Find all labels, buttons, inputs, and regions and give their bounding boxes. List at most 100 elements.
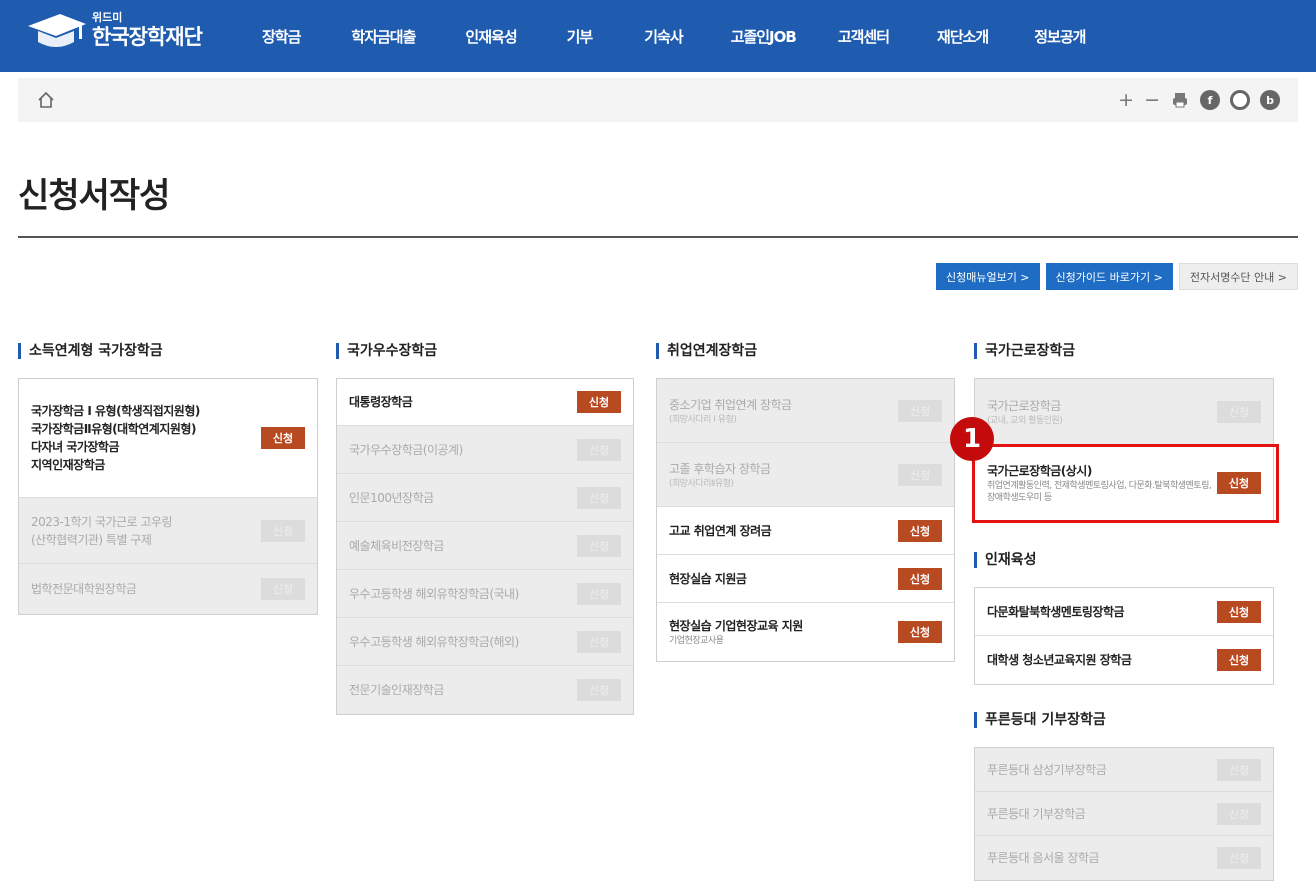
apply-button: 신청 xyxy=(577,486,621,509)
facebook-icon[interactable]: f xyxy=(1200,90,1220,110)
list-item[interactable]: 국가우수장학금(이공계) 신청 xyxy=(337,426,633,474)
list-item[interactable]: 대학생 청소년교육지원 장학금 신청 xyxy=(975,636,1273,684)
menu-scholarship[interactable]: 장학금 xyxy=(262,26,301,47)
item-label: 국가우수장학금(이공계) xyxy=(349,442,463,457)
graduation-cap-icon xyxy=(28,14,86,47)
e-signature-guide-button[interactable]: 전자서명수단 안내 > xyxy=(1178,263,1298,290)
item-sublabel: (교내, 교외 활동인원) xyxy=(987,415,1063,426)
apply-button[interactable]: 신청 xyxy=(577,391,621,413)
apply-button: 신청 xyxy=(577,630,621,653)
menu-about[interactable]: 재단소개 xyxy=(937,26,989,47)
blog-icon[interactable]: b xyxy=(1260,90,1280,110)
section-title: 취업연계장학금 xyxy=(656,343,955,359)
menu-talent[interactable]: 인재육성 xyxy=(465,26,517,47)
list-item[interactable]: 우수고등학생 해외유학장학금(국내) 신청 xyxy=(337,570,633,618)
item-label: 푸른등대 음서울 장학금 xyxy=(987,851,1100,865)
menu-disclosure[interactable]: 정보공개 xyxy=(1034,26,1086,47)
scholarship-list: 다문화탈북학생멘토링장학금 신청 대학생 청소년교육지원 장학금 신청 xyxy=(974,587,1274,685)
apply-button: 신청 xyxy=(1217,400,1261,423)
list-item[interactable]: 중소기업 취업연계 장학금 (희망사다리 I 유형) 신청 xyxy=(657,379,954,443)
item-sublabel: 취업연계활동인력, 전제학생멘토링사업, 다문화.탈북학생멘토링, 장애학생도우… xyxy=(987,480,1212,503)
list-item[interactable]: 전문기술인재장학금 신청 xyxy=(337,666,633,714)
item-label: (산학협력기관) 특별 구제 xyxy=(31,532,152,547)
guide-button[interactable]: 신청가이드 바로가기 > xyxy=(1045,263,1173,290)
section-title: 국가우수장학금 xyxy=(336,343,634,359)
list-item[interactable]: 푸른등대 삼성기부장학금 신청 xyxy=(975,748,1273,792)
list-item[interactable]: 법학전문대학원장학금 신청 xyxy=(19,564,317,614)
item-sublabel: (희망사다리 I 유형) xyxy=(669,414,737,425)
item-label: 현장실습 지원금 xyxy=(669,571,747,586)
kakao-icon[interactable] xyxy=(1230,90,1250,110)
list-item[interactable]: 고졸 후학습자 장학금 (희망사다리Ⅱ유형) 신청 xyxy=(657,443,954,507)
item-label: 현장실습 기업현장교육 지원 xyxy=(669,619,803,633)
apply-button[interactable]: 신청 xyxy=(898,519,942,542)
list-item[interactable]: 국가장학금 I 유형(학생직접지원형) 국가장학금Ⅱ유형(대학연계지원형) 다자… xyxy=(19,379,317,498)
menu-job[interactable]: 고졸인JOB xyxy=(731,26,797,47)
item-label: 2023-1학기 국가근로 고우링 xyxy=(31,514,173,529)
apply-button: 신청 xyxy=(898,399,942,422)
apply-button: 신청 xyxy=(1217,802,1261,825)
item-label: 푸른등대 기부장학금 xyxy=(987,806,1086,821)
list-item[interactable]: 현장실습 기업현장교육 지원 기업현장교사용 신청 xyxy=(657,603,954,661)
item-label: 법학전문대학원장학금 xyxy=(31,582,137,596)
apply-button[interactable]: 신청 xyxy=(1217,649,1261,671)
toolbar-tools: + − f b xyxy=(1118,87,1280,113)
item-sublabel: (희망사다리Ⅱ유형) xyxy=(669,478,734,489)
list-item[interactable]: 인문100년장학금 신청 xyxy=(337,474,633,522)
menu-dormitory[interactable]: 기숙사 xyxy=(644,26,683,47)
section-employment-linked: 취업연계장학금 중소기업 취업연계 장학금 (희망사다리 I 유형) 신청 고졸… xyxy=(656,343,955,662)
item-label: 중소기업 취업연계 장학금 xyxy=(669,397,792,412)
scholarship-list: 중소기업 취업연계 장학금 (희망사다리 I 유형) 신청 고졸 후학습자 장학… xyxy=(656,378,955,662)
apply-button[interactable]: 신청 xyxy=(898,621,942,643)
apply-button[interactable]: 신청 xyxy=(898,567,942,590)
apply-button: 신청 xyxy=(898,463,942,486)
list-item[interactable]: 예술체육비전장학금 신청 xyxy=(337,522,633,570)
list-item[interactable]: 현장실습 지원금 신청 xyxy=(657,555,954,603)
list-item[interactable]: 푸른등대 음서울 장학금 신청 xyxy=(975,836,1273,880)
zoom-in-button[interactable]: + xyxy=(1118,90,1134,110)
manual-button[interactable]: 신청매뉴얼보기 > xyxy=(935,263,1040,290)
apply-button[interactable]: 신청 xyxy=(1217,600,1261,623)
section-talent: 인재육성 다문화탈북학생멘토링장학금 신청 대학생 청소년교육지원 장학금 신청 xyxy=(974,552,1274,685)
list-item[interactable]: 우수고등학생 해외유학장학금(해외) 신청 xyxy=(337,618,633,666)
item-sublabel: 기업현장교사용 xyxy=(669,636,724,646)
item-label: 국가근로장학금(상시) xyxy=(987,463,1092,478)
guide-buttons: 신청매뉴얼보기 > 신청가이드 바로가기 > 전자서명수단 안내 > xyxy=(935,263,1298,290)
item-label: 고졸 후학습자 장학금 xyxy=(669,461,771,476)
section-national-excellence: 국가우수장학금 대통령장학금 신청 국가우수장학금(이공계) 신청 인문100년… xyxy=(336,343,634,715)
apply-button[interactable]: 신청 xyxy=(1217,471,1261,494)
list-item[interactable]: 2023-1학기 국가근로 고우링 (산학협력기관) 특별 구제 신청 xyxy=(19,498,317,564)
item-label: 대통령장학금 xyxy=(349,395,413,409)
apply-button[interactable]: 신청 xyxy=(261,427,305,449)
list-item[interactable]: 대통령장학금 신청 xyxy=(337,379,633,426)
item-label: 다자녀 국가장학금 xyxy=(31,440,120,454)
logo[interactable]: 위드미 한국장학재단 xyxy=(24,10,203,52)
list-item[interactable]: 국가근로장학금 (교내, 교외 활동인원) 신청 xyxy=(975,379,1273,445)
zoom-out-button[interactable]: − xyxy=(1144,90,1160,110)
item-label: 국가장학금 I 유형(학생직접지원형) xyxy=(31,404,200,418)
list-item[interactable]: 국가근로장학금(상시) 취업연계활동인력, 전제학생멘토링사업, 다문화.탈북학… xyxy=(975,445,1273,520)
scholarship-list: 국가근로장학금 (교내, 교외 활동인원) 신청 국가근로장학금(상시) 취업연… xyxy=(974,378,1274,521)
section-title: 국가근로장학금 xyxy=(974,343,1274,359)
apply-button: 신청 xyxy=(577,679,621,701)
home-icon[interactable] xyxy=(36,90,56,110)
scholarship-list: 대통령장학금 신청 국가우수장학금(이공계) 신청 인문100년장학금 신청 예… xyxy=(336,378,634,715)
logo-slogan: 위드미 xyxy=(92,11,123,24)
list-item[interactable]: 고교 취업연계 장려금 신청 xyxy=(657,507,954,555)
apply-button: 신청 xyxy=(261,519,305,542)
section-title: 푸른등대 기부장학금 xyxy=(974,712,1274,728)
title-divider xyxy=(18,236,1298,238)
section-title: 인재육성 xyxy=(974,552,1274,568)
list-item[interactable]: 다문화탈북학생멘토링장학금 신청 xyxy=(975,588,1273,636)
print-icon[interactable] xyxy=(1170,90,1190,110)
list-item[interactable]: 푸른등대 기부장학금 신청 xyxy=(975,792,1273,836)
menu-donation[interactable]: 기부 xyxy=(567,26,594,47)
item-label: 푸른등대 삼성기부장학금 xyxy=(987,762,1107,777)
menu-student-loan[interactable]: 학자금대출 xyxy=(351,26,416,47)
section-blue-lighthouse: 푸른등대 기부장학금 푸른등대 삼성기부장학금 신청 푸른등대 기부장학금 신청… xyxy=(974,712,1274,881)
item-label: 전문기술인재장학금 xyxy=(349,683,444,697)
apply-button: 신청 xyxy=(577,438,621,461)
item-label: 우수고등학생 해외유학장학금(해외) xyxy=(349,634,519,649)
menu-customer-center[interactable]: 고객센터 xyxy=(838,26,890,47)
utility-bar: + − f b xyxy=(18,78,1298,122)
